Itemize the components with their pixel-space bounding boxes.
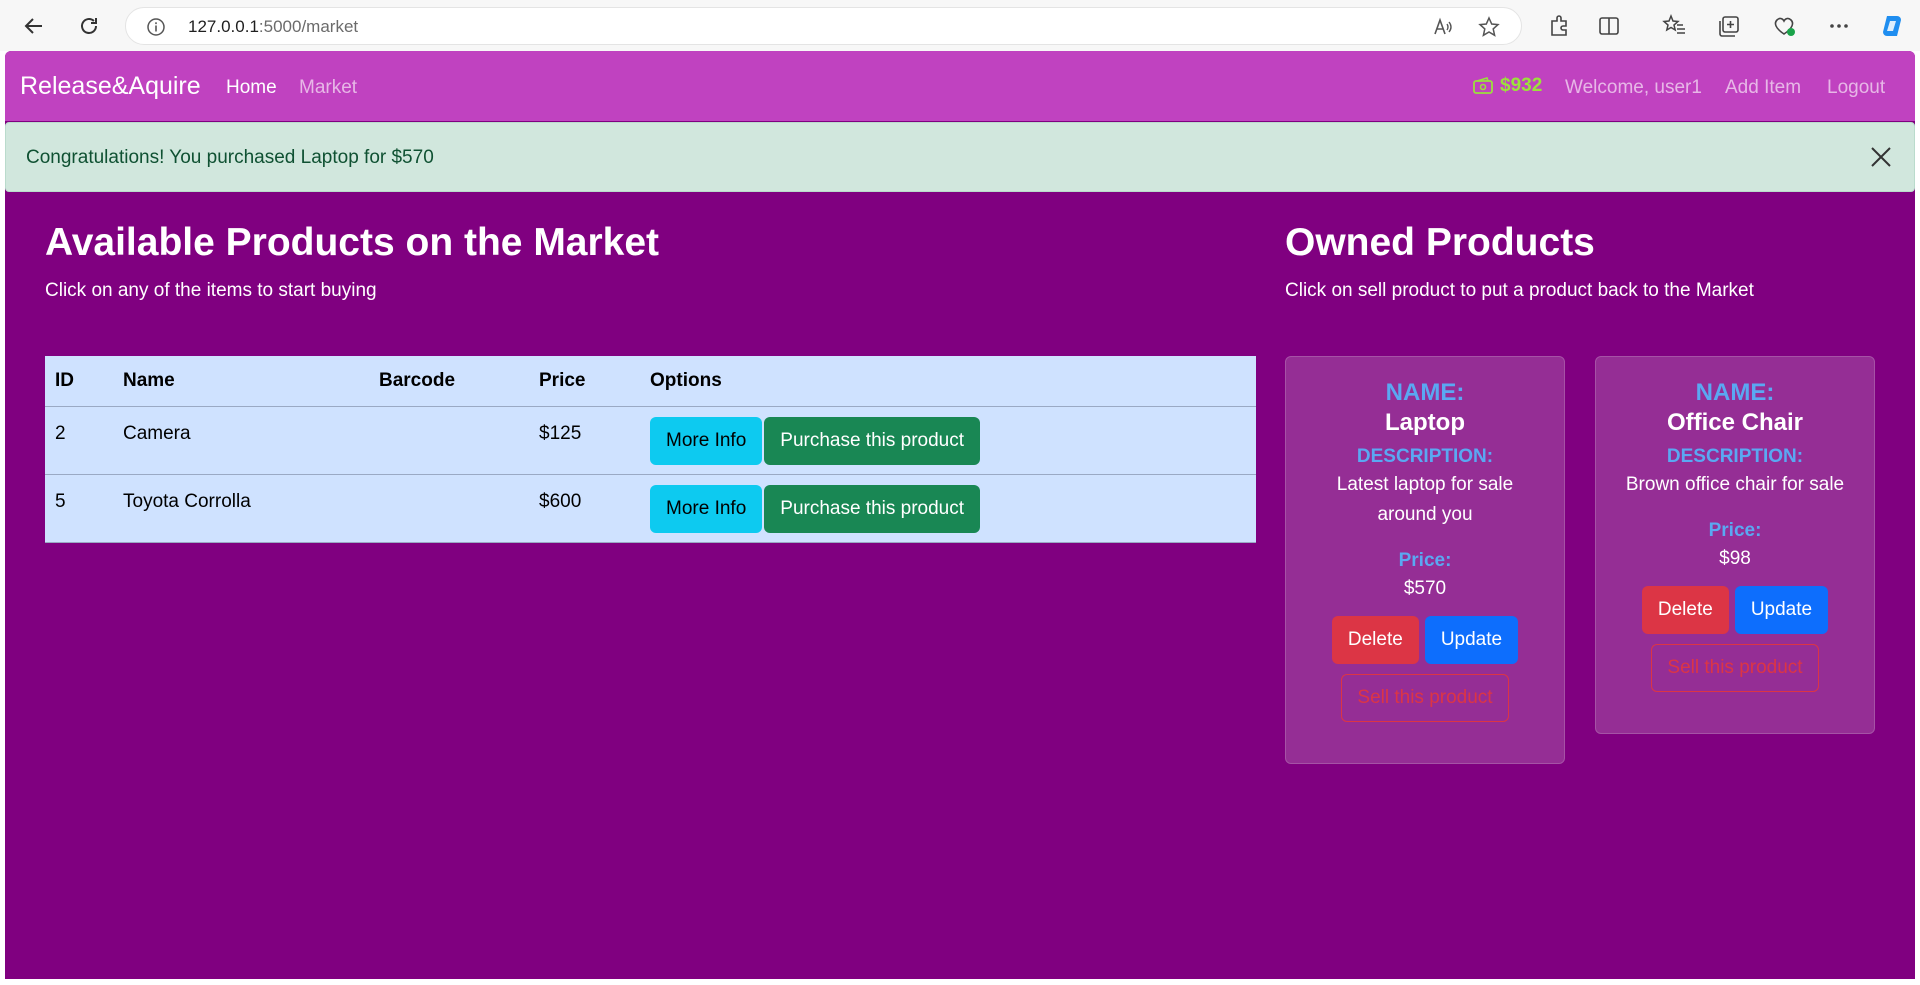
owned-product-card: NAME: Laptop DESCRIPTION: Latest laptop … <box>1285 356 1565 764</box>
copilot-icon[interactable] <box>1879 13 1905 39</box>
column-header-barcode: Barcode <box>369 356 529 407</box>
refresh-icon[interactable] <box>72 9 106 43</box>
market-table: ID Name Barcode Price Options 2 Camera $… <box>45 356 1256 543</box>
name-label: NAME: <box>1385 379 1465 406</box>
welcome-text: Welcome, user1 <box>1565 77 1702 98</box>
market-subtext: Click on any of the items to start buyin… <box>45 280 377 301</box>
card-actions: Delete Update <box>1596 586 1874 634</box>
site-info-icon[interactable] <box>146 17 166 37</box>
navbar: Release&Aquire Home Market $932 Welcome,… <box>5 51 1915 121</box>
owned-heading: Owned Products <box>1285 221 1595 264</box>
page-body: Release&Aquire Home Market $932 Welcome,… <box>5 51 1915 979</box>
update-button[interactable]: Update <box>1424 616 1519 664</box>
product-name: Office Chair <box>1666 409 1804 436</box>
cell-options: More Info Purchase this product <box>640 406 1256 475</box>
owned-subtext: Click on sell product to put a product b… <box>1285 280 1754 301</box>
close-icon[interactable] <box>1866 142 1896 172</box>
logout-link[interactable]: Logout <box>1827 77 1885 99</box>
budget-amount: $932 <box>1500 75 1543 96</box>
split-screen-icon[interactable] <box>1596 13 1622 39</box>
cell-barcode <box>369 406 529 475</box>
table-header-row: ID Name Barcode Price Options <box>45 356 1256 407</box>
back-icon[interactable] <box>17 9 51 43</box>
address-bar[interactable]: 127.0.0.1:5000/market <box>125 7 1522 45</box>
url-text: 127.0.0.1:5000/market <box>188 17 358 37</box>
nav-market-link[interactable]: Market <box>299 77 357 99</box>
owned-product-card: NAME: Office Chair DESCRIPTION: Brown of… <box>1595 356 1875 734</box>
product-name: Laptop <box>1385 409 1465 436</box>
description-label: DESCRIPTION: <box>1666 446 1804 467</box>
update-button[interactable]: Update <box>1734 586 1829 634</box>
cell-price: $125 <box>529 406 640 475</box>
cell-name: Camera <box>113 406 369 475</box>
price-label: Price: <box>1708 520 1762 541</box>
product-price: $570 <box>1403 578 1447 599</box>
product-description: Brown office chair for sale <box>1625 474 1845 495</box>
url-host: 127.0.0.1 <box>188 17 259 36</box>
alert-message: Congratulations! You purchased Laptop fo… <box>26 147 434 168</box>
description-label: DESCRIPTION: <box>1356 446 1494 467</box>
purchase-button[interactable]: Purchase this product <box>764 484 981 533</box>
collections-icon[interactable] <box>1716 13 1742 39</box>
column-header-name: Name <box>113 356 369 407</box>
product-description: Latest laptop for sale around you <box>1336 474 1514 525</box>
extensions-icon[interactable] <box>1546 13 1572 39</box>
url-path: :5000/market <box>258 17 359 36</box>
cell-price: $600 <box>529 474 640 543</box>
delete-button[interactable]: Delete <box>1331 616 1419 664</box>
purchase-button[interactable]: Purchase this product <box>764 416 981 465</box>
success-alert: Congratulations! You purchased Laptop fo… <box>5 122 1915 192</box>
column-header-price: Price <box>529 356 640 407</box>
cell-options: More Info Purchase this product <box>640 474 1256 543</box>
more-info-button[interactable]: More Info <box>650 484 763 533</box>
wallet-icon <box>1473 77 1493 94</box>
nav-home-link[interactable]: Home <box>226 77 277 99</box>
name-label: NAME: <box>1695 379 1775 406</box>
product-price: $98 <box>1719 548 1751 569</box>
budget-display: $932 <box>1472 75 1542 97</box>
table-row: 5 Toyota Corrolla $600 More Info Purchase… <box>45 474 1256 543</box>
sell-product-button[interactable]: Sell this product <box>1341 674 1509 722</box>
navbar-brand[interactable]: Release&Aquire <box>20 72 201 101</box>
delete-button[interactable]: Delete <box>1641 586 1729 634</box>
more-info-button[interactable]: More Info <box>650 416 763 465</box>
add-item-link[interactable]: Add Item <box>1725 77 1801 99</box>
price-label: Price: <box>1398 550 1452 571</box>
cell-id: 5 <box>45 474 113 543</box>
read-aloud-icon[interactable] <box>1432 16 1454 38</box>
market-heading: Available Products on the Market <box>45 221 660 264</box>
browser-essentials-icon[interactable] <box>1771 13 1797 39</box>
cell-barcode <box>369 474 529 543</box>
sell-product-button[interactable]: Sell this product <box>1651 644 1819 692</box>
card-actions: Delete Update <box>1286 616 1564 664</box>
favorite-star-icon[interactable] <box>1478 16 1500 38</box>
column-header-id: ID <box>45 356 113 407</box>
favorites-icon[interactable] <box>1661 13 1687 39</box>
cell-name: Toyota Corrolla <box>113 474 369 543</box>
more-options-icon[interactable] <box>1826 13 1852 39</box>
table-row: 2 Camera $125 More Info Purchase this pro… <box>45 406 1256 475</box>
column-header-options: Options <box>640 356 1256 407</box>
cell-id: 2 <box>45 406 113 475</box>
browser-toolbar: 127.0.0.1:5000/market <box>0 0 1920 51</box>
